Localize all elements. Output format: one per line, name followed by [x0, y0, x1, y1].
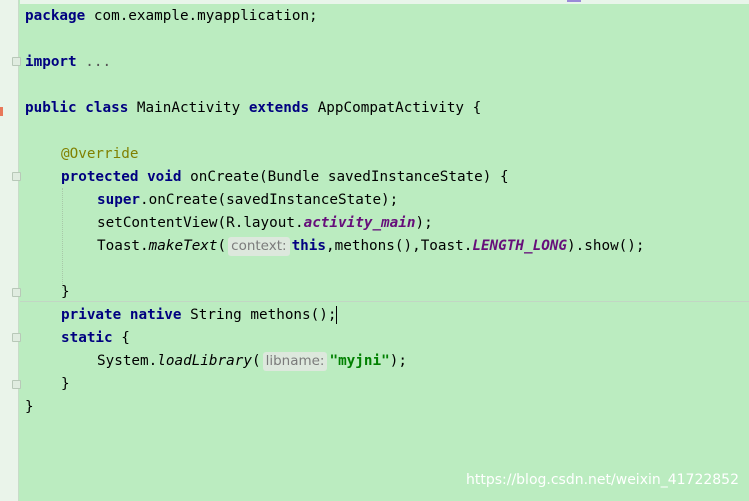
call-text: ,methons(),Toast.	[326, 238, 473, 254]
package-name: com.example.myapplication;	[85, 8, 318, 24]
keyword: private	[61, 307, 122, 323]
keyword: import	[25, 54, 77, 70]
code-line-toast: Toast.makeText(context: this,methons(),To…	[97, 235, 645, 258]
watermark: https://blog.csdn.net/weixin_41722852	[465, 472, 739, 488]
call-text: (	[251, 353, 261, 369]
code-line-setcontent: setContentView(R.layout.activity_main);	[97, 212, 433, 235]
keyword: class	[85, 100, 129, 116]
code-line-oncreate: protected void onCreate(Bundle savedInst…	[61, 166, 509, 189]
code-line-import: import ...	[25, 51, 111, 74]
change-marker	[0, 107, 3, 116]
keyword: static	[61, 330, 113, 346]
brace: }	[61, 284, 70, 300]
toast-constant: LENGTH_LONG	[472, 238, 568, 254]
keyword: native	[129, 307, 182, 323]
code-line-loadlibrary: System.loadLibrary(libname: "myjni");	[97, 350, 407, 373]
code-line-close-method: }	[61, 281, 70, 304]
code-line-native: private native String methons();	[61, 304, 338, 327]
string-literal: "myjni"	[329, 353, 390, 369]
method-separator	[20, 301, 749, 302]
call-text: (	[217, 238, 227, 254]
code-line-close-static: }	[61, 373, 70, 396]
fold-icon[interactable]	[12, 172, 21, 181]
text-caret	[336, 306, 338, 324]
native-declaration: String methons();	[181, 307, 337, 323]
keyword: super	[97, 192, 141, 208]
keyword: void	[147, 169, 182, 185]
class-name: MainActivity	[128, 100, 249, 116]
code-line-annotation: @Override	[61, 143, 138, 166]
folded-imports[interactable]: ...	[77, 54, 111, 70]
fold-icon[interactable]	[12, 333, 21, 342]
code-line-package: package com.example.myapplication;	[25, 5, 318, 28]
fold-icon[interactable]	[12, 380, 21, 389]
code-line-close-class: }	[25, 396, 34, 419]
annotation: @Override	[61, 146, 139, 162]
brace: }	[25, 399, 34, 415]
fold-icon[interactable]	[12, 57, 21, 66]
call-text: System.	[97, 353, 158, 369]
method-signature: onCreate(Bundle savedInstanceState) {	[181, 169, 509, 185]
call-text: ).show();	[567, 238, 645, 254]
call-text: setContentView(R.layout.	[97, 215, 304, 231]
fold-icon[interactable]	[12, 288, 21, 297]
super-call: .onCreate(savedInstanceState);	[140, 192, 399, 208]
keyword: package	[25, 8, 86, 24]
code-line-class: public class MainActivity extends AppCom…	[25, 97, 481, 120]
brace: }	[61, 376, 70, 392]
code-line-static: static {	[61, 327, 130, 350]
static-method: makeText	[148, 238, 218, 254]
indent-guide	[62, 188, 63, 288]
scroll-marker	[567, 0, 581, 2]
keyword: public	[25, 100, 77, 116]
keyword: extends	[248, 100, 310, 116]
editor-gutter	[0, 0, 19, 501]
call-text: );	[389, 353, 407, 369]
parameter-hint: context:	[228, 237, 290, 256]
call-text: );	[415, 215, 433, 231]
layout-constant: activity_main	[303, 215, 416, 231]
parameter-hint: libname:	[262, 352, 328, 371]
editor-top-strip	[20, 0, 749, 4]
super-class: AppCompatActivity {	[309, 100, 482, 116]
keyword: this	[291, 238, 327, 254]
keyword: protected	[61, 169, 139, 185]
code-line-super: super.onCreate(savedInstanceState);	[97, 189, 398, 212]
call-text: Toast.	[97, 238, 149, 254]
static-method: loadLibrary	[157, 353, 252, 369]
brace: {	[112, 330, 130, 346]
